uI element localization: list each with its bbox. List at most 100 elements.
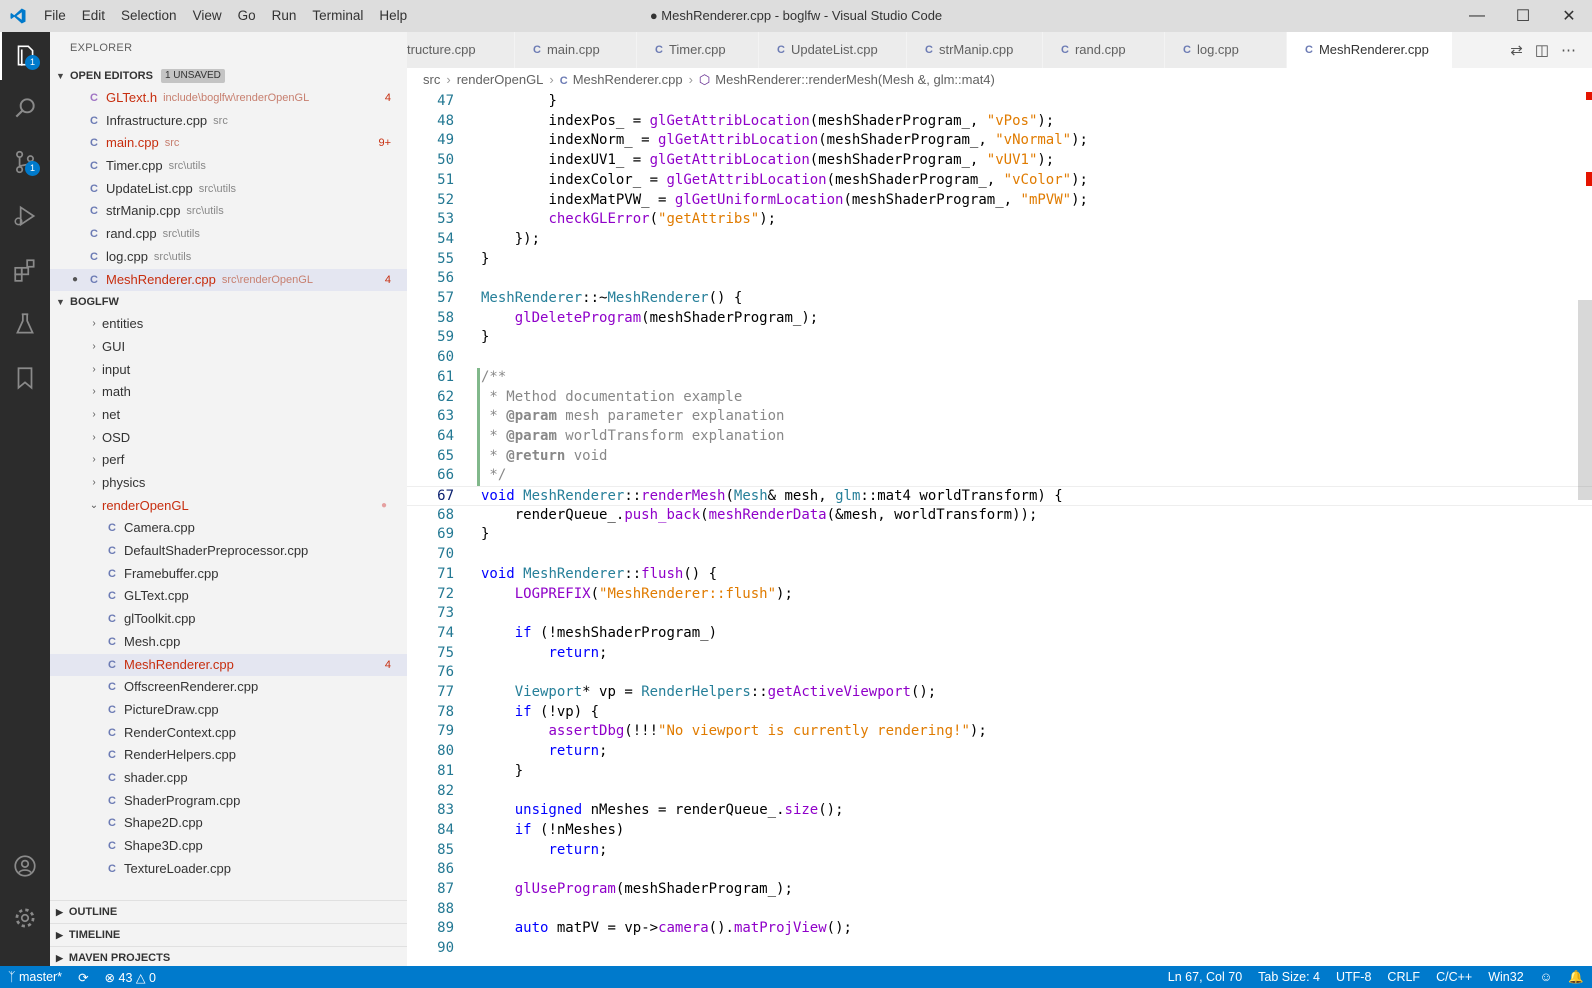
code-line[interactable]: 62 * Method documentation example [407, 388, 1592, 408]
project-section[interactable]: ▼ BOGLFW [50, 291, 407, 313]
code-line[interactable]: 73 [407, 604, 1592, 624]
editor-scrollbar-thumb[interactable] [1578, 300, 1592, 500]
editor-tab[interactable]: C MeshRenderer.cpp [1287, 32, 1453, 68]
code-line[interactable]: 64 * @param worldTransform explanation [407, 427, 1592, 447]
folder-item[interactable]: › entities [50, 313, 407, 336]
source-control-icon[interactable]: 1 [0, 138, 50, 186]
open-editor-item[interactable]: C Timer.cpp src\utils [50, 155, 407, 178]
folder-item[interactable]: › OSD [50, 427, 407, 450]
feedback-icon[interactable]: ☺ [1532, 970, 1561, 985]
cursor-position[interactable]: Ln 67, Col 70 [1160, 970, 1250, 985]
code-line[interactable]: 49 indexNorm_ = glGetAttribLocation(mesh… [407, 131, 1592, 151]
code-line[interactable]: 84 if (!nMeshes) [407, 821, 1592, 841]
folder-item[interactable]: › GUI [50, 336, 407, 359]
editor-tab[interactable]: C Timer.cpp [637, 32, 759, 68]
file-item[interactable]: C DefaultShaderPreprocessor.cpp [50, 540, 407, 563]
breadcrumb-folder[interactable]: renderOpenGL [457, 72, 544, 87]
file-item[interactable]: C Framebuffer.cpp [50, 563, 407, 586]
breadcrumb-src[interactable]: src [423, 72, 440, 87]
sync-icon[interactable]: ⟳ [70, 970, 96, 985]
code-line[interactable]: 85 return; [407, 841, 1592, 861]
file-item[interactable]: Cshader.cpp [50, 767, 407, 790]
code-line[interactable]: 61 /** [407, 368, 1592, 388]
outline-section[interactable]: ▶ OUTLINE [50, 900, 407, 923]
code-editor[interactable]: 47 } 48 indexPos_ = glGetAttribLocation(m… [407, 92, 1592, 966]
editor-tab[interactable]: Crand.cpp [1043, 32, 1165, 68]
menu-selection[interactable]: Selection [113, 0, 185, 32]
code-line[interactable]: 58 glDeleteProgram(meshShaderProgram_); [407, 309, 1592, 329]
code-line[interactable]: 71 void MeshRenderer::flush() { [407, 565, 1592, 585]
maven-projects-section[interactable]: ▶ MAVEN PROJECTS [50, 946, 407, 966]
timeline-section[interactable]: ▶ TIMELINE [50, 923, 407, 946]
menu-help[interactable]: Help [371, 0, 415, 32]
bookmark-icon[interactable] [0, 354, 50, 402]
code-line[interactable]: 89 auto matPV = vp->camera().matProjView… [407, 919, 1592, 939]
encoding[interactable]: UTF-8 [1328, 970, 1379, 985]
code-line[interactable]: 54 }); [407, 230, 1592, 250]
code-line[interactable]: 59} [407, 328, 1592, 348]
code-line[interactable]: 80 return; [407, 742, 1592, 762]
editor-tab[interactable]: Clog.cpp [1165, 32, 1287, 68]
close-icon[interactable]: ✕ [1546, 0, 1592, 32]
search-icon[interactable] [0, 84, 50, 132]
testing-flask-icon[interactable] [0, 300, 50, 348]
code-line[interactable]: 70 [407, 545, 1592, 565]
file-item[interactable]: C ShaderProgram.cpp [50, 790, 407, 813]
file-item[interactable]: C Camera.cpp [50, 517, 407, 540]
eol[interactable]: CRLF [1379, 970, 1428, 985]
code-line[interactable]: 78 if (!vp) { [407, 703, 1592, 723]
open-editor-item[interactable]: Clog.cpp src\utils [50, 246, 407, 269]
code-line[interactable]: 88 [407, 900, 1592, 920]
code-line[interactable]: 53 checkGLError("getAttribs"); [407, 210, 1592, 230]
file-item[interactable]: C OffscreenRenderer.cpp [50, 676, 407, 699]
platform[interactable]: Win32 [1480, 970, 1531, 985]
open-editor-item[interactable]: Crand.cpp src\utils [50, 223, 407, 246]
folder-item[interactable]: › net [50, 404, 407, 427]
code-line[interactable]: 48 indexPos_ = glGetAttribLocation(meshS… [407, 112, 1592, 132]
code-line[interactable]: 67 void MeshRenderer::renderMesh(Mesh& me… [407, 486, 1592, 506]
breadcrumb-file[interactable]: MeshRenderer.cpp [573, 72, 683, 87]
folder-item[interactable]: › math [50, 381, 407, 404]
open-editor-item[interactable]: CstrManip.cpp src\utils [50, 200, 407, 223]
account-icon[interactable] [0, 842, 50, 890]
code-line[interactable]: 90 [407, 939, 1592, 959]
branch-item[interactable]: ᛉ master* [0, 970, 70, 984]
code-line[interactable]: 83 unsigned nMeshes = renderQueue_.size(… [407, 801, 1592, 821]
code-line[interactable]: 72 LOGPREFIX("MeshRenderer::flush"); [407, 585, 1592, 605]
minimize-icon[interactable]: — [1454, 0, 1500, 32]
language-mode[interactable]: C/C++ [1428, 970, 1480, 985]
code-line[interactable]: 51 indexColor_ = glGetAttribLocation(mes… [407, 171, 1592, 191]
file-item[interactable]: C Shape3D.cpp [50, 835, 407, 858]
menu-go[interactable]: Go [230, 0, 264, 32]
file-item[interactable]: C RenderContext.cpp [50, 722, 407, 745]
code-line[interactable]: 47 } [407, 92, 1592, 112]
code-line[interactable]: 87 glUseProgram(meshShaderProgram_); [407, 880, 1592, 900]
code-line[interactable]: 60 [407, 348, 1592, 368]
menu-terminal[interactable]: Terminal [304, 0, 371, 32]
maximize-icon[interactable]: ☐ [1500, 0, 1546, 32]
code-line[interactable]: 66 */ [407, 466, 1592, 486]
split-editor-icon[interactable]: ◫ [1535, 41, 1549, 59]
run-debug-icon[interactable] [0, 192, 50, 240]
folder-item[interactable]: › physics [50, 472, 407, 495]
folder-item[interactable]: ⌄ renderOpenGL ● [50, 495, 407, 518]
open-editor-item[interactable]: C GLText.h include\boglfw\renderOpenGL 4 [50, 87, 407, 110]
code-line[interactable]: 65 * @return void [407, 447, 1592, 467]
breadcrumb-symbol[interactable]: MeshRenderer::renderMesh(Mesh &, glm::ma… [715, 72, 995, 87]
compare-changes-icon[interactable]: ⇄ [1510, 41, 1523, 59]
more-actions-icon[interactable]: ⋯ [1561, 41, 1576, 59]
open-editor-item[interactable]: C UpdateList.cpp src\utils [50, 178, 407, 201]
code-line[interactable]: 75 return; [407, 644, 1592, 664]
code-line[interactable]: 57 MeshRenderer::~MeshRenderer() { [407, 289, 1592, 309]
problems-item[interactable]: ⊗ 43 △ 0 [97, 970, 164, 985]
tab-size[interactable]: Tab Size: 4 [1250, 970, 1328, 985]
settings-gear-icon[interactable] [0, 894, 50, 942]
code-line[interactable]: 52 indexMatPVW_ = glGetUniformLocation(m… [407, 191, 1592, 211]
open-editor-item[interactable]: ● C MeshRenderer.cpp src\renderOpenGL 4 [50, 268, 407, 292]
file-item[interactable]: C GLText.cpp [50, 585, 407, 608]
file-item[interactable]: C Shape2D.cpp [50, 812, 407, 835]
code-line[interactable]: 82 [407, 782, 1592, 802]
menu-file[interactable]: File [36, 0, 74, 32]
editor-tab[interactable]: Cmain.cpp [515, 32, 637, 68]
code-line[interactable]: 69} [407, 525, 1592, 545]
